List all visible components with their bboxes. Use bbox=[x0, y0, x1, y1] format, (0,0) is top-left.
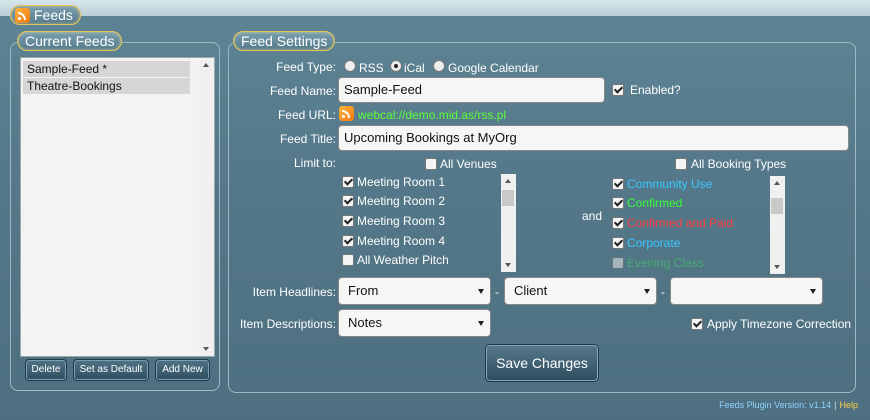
booking-types-list[interactable]: Community Use Confirmed Confirmed and Pa… bbox=[608, 176, 785, 274]
feeds-listbox[interactable]: Sample-Feed * Theatre-Bookings bbox=[20, 57, 215, 357]
scroll-down-icon[interactable] bbox=[774, 265, 780, 269]
window-title: Feeds bbox=[10, 5, 81, 25]
booking-type-checkbox[interactable] bbox=[612, 257, 624, 269]
timezone-label: Apply Timezone Correction bbox=[707, 317, 852, 331]
booking-type-checkbox[interactable] bbox=[612, 237, 624, 249]
radio-rss[interactable] bbox=[344, 60, 356, 72]
top-band bbox=[0, 0, 870, 16]
feed-name-label: Feed Name: bbox=[269, 84, 336, 98]
feed-item-0[interactable]: Sample-Feed * bbox=[23, 61, 190, 77]
venue-checkbox[interactable] bbox=[342, 195, 354, 207]
radio-ical[interactable] bbox=[390, 60, 402, 72]
booking-types-scrollbar[interactable] bbox=[770, 176, 785, 274]
scroll-thumb[interactable] bbox=[502, 190, 514, 206]
help-link[interactable]: Help bbox=[839, 400, 858, 410]
limit-to-label: Limit to: bbox=[293, 156, 336, 170]
booking-type-checkbox[interactable] bbox=[612, 217, 624, 229]
item-headlines-label: Item Headlines: bbox=[252, 285, 336, 299]
feed-title-label: Feed Title: bbox=[279, 132, 336, 146]
feed-url-label: Feed URL: bbox=[277, 108, 336, 122]
headline-separator: - bbox=[495, 285, 499, 299]
all-venues-label: All Venues bbox=[440, 157, 497, 171]
venue-checkbox[interactable] bbox=[342, 176, 354, 188]
scroll-down-icon[interactable] bbox=[505, 263, 511, 267]
headline-select-2[interactable]: Client bbox=[504, 277, 657, 305]
description-select[interactable]: Notes bbox=[338, 309, 491, 337]
feed-settings-title: Feed Settings bbox=[233, 31, 336, 51]
footer-separator: | bbox=[834, 400, 837, 410]
feeds-window: Feeds Current Feeds Sample-Feed * Theatr… bbox=[0, 0, 870, 420]
headline-select-1[interactable]: From bbox=[338, 277, 491, 305]
feed-url-rss-icon bbox=[339, 106, 354, 121]
timezone-checkbox[interactable] bbox=[691, 318, 703, 330]
chevron-down-icon bbox=[478, 289, 484, 294]
feed-title-input[interactable]: Upcoming Bookings at MyOrg bbox=[338, 125, 849, 151]
chevron-down-icon bbox=[810, 289, 816, 294]
radio-google-label: Google Calendar bbox=[448, 61, 539, 75]
enabled-label: Enabled? bbox=[630, 83, 681, 97]
radio-google-calendar[interactable] bbox=[433, 60, 445, 72]
and-label: and bbox=[582, 209, 603, 223]
venue-checkbox[interactable] bbox=[342, 235, 354, 247]
footer: Feeds Plugin Version: v1.14 | Help bbox=[719, 400, 858, 410]
radio-ical-label: iCal bbox=[404, 61, 425, 75]
radio-rss-label: RSS bbox=[359, 61, 384, 75]
scroll-thumb[interactable] bbox=[771, 198, 783, 214]
venue-checkbox[interactable] bbox=[342, 254, 354, 266]
venue-checkbox[interactable] bbox=[342, 215, 354, 227]
scroll-down-icon[interactable] bbox=[203, 347, 209, 351]
feeds-list-scrollbar[interactable] bbox=[199, 58, 214, 356]
chevron-down-icon bbox=[644, 289, 650, 294]
save-changes-button[interactable]: Save Changes bbox=[485, 344, 599, 382]
feed-item-1[interactable]: Theatre-Bookings bbox=[23, 78, 190, 94]
feed-url-link[interactable]: webcal://demo.mid.as/rss.pl bbox=[358, 108, 506, 122]
venues-scrollbar[interactable] bbox=[501, 174, 516, 272]
enabled-checkbox[interactable] bbox=[612, 84, 624, 96]
current-feeds-title: Current Feeds bbox=[17, 31, 123, 51]
headline-separator: - bbox=[661, 285, 665, 299]
headline-select-3[interactable] bbox=[670, 277, 823, 305]
all-booking-types-label: All Booking Types bbox=[691, 157, 787, 171]
booking-type-checkbox[interactable] bbox=[612, 178, 624, 190]
rss-icon bbox=[15, 8, 30, 23]
booking-type-checkbox[interactable] bbox=[612, 197, 624, 209]
item-descriptions-label: Item Descriptions: bbox=[239, 317, 336, 331]
venues-list[interactable]: Meeting Room 1 Meeting Room 2 Meeting Ro… bbox=[338, 174, 516, 272]
scroll-up-icon[interactable] bbox=[505, 179, 511, 183]
version-text: Feeds Plugin Version: v1.14 bbox=[719, 400, 832, 410]
feed-type-label: Feed Type: bbox=[276, 60, 336, 74]
all-venues-checkbox[interactable] bbox=[425, 158, 437, 170]
scroll-up-icon[interactable] bbox=[203, 63, 209, 67]
scroll-up-icon[interactable] bbox=[774, 181, 780, 185]
add-new-button[interactable]: Add New bbox=[155, 359, 210, 381]
all-booking-types-checkbox[interactable] bbox=[675, 158, 687, 170]
set-as-default-button[interactable]: Set as Default bbox=[73, 359, 149, 381]
feed-name-input[interactable]: Sample-Feed bbox=[338, 77, 605, 103]
chevron-down-icon bbox=[478, 321, 484, 326]
delete-button[interactable]: Delete bbox=[25, 359, 67, 381]
